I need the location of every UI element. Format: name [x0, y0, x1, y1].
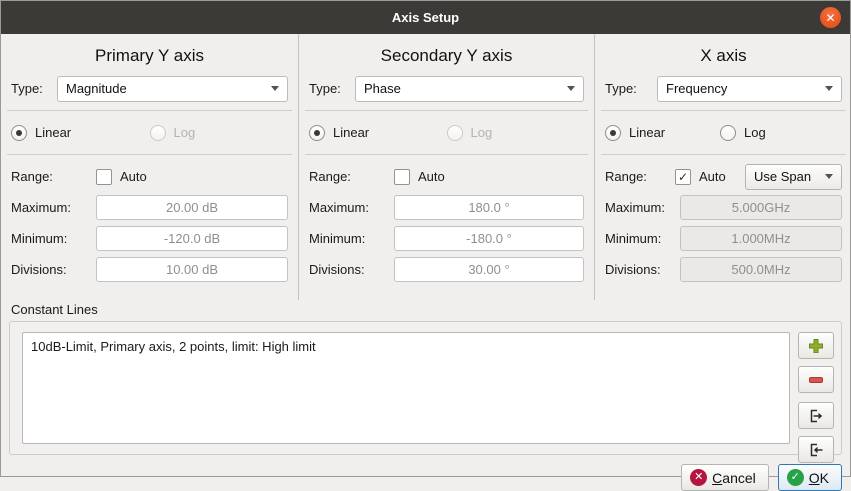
add-line-button[interactable] [798, 332, 834, 359]
primary-minimum-field[interactable]: -120.0 dB [96, 226, 288, 251]
range-label: Range: [11, 169, 96, 184]
secondary-type-value: Phase [364, 81, 401, 96]
secondary-y-axis-title: Secondary Y axis [309, 46, 584, 66]
import-icon [808, 442, 824, 458]
ok-label: OK [809, 470, 829, 486]
cancel-button[interactable]: ✕ Cancel [681, 464, 769, 491]
x-axis-title: X axis [605, 46, 842, 66]
export-icon [808, 408, 824, 424]
divider [7, 154, 292, 155]
plus-icon [808, 338, 824, 354]
divisions-label: Divisions: [309, 262, 394, 277]
x-span-value: Use Span [754, 169, 811, 184]
ok-check-icon: ✓ [787, 469, 804, 486]
maximum-label: Maximum: [605, 200, 680, 215]
divider [601, 110, 846, 111]
cancel-x-icon: ✕ [690, 469, 707, 486]
auto-label: Auto [120, 169, 147, 184]
radio-selected-icon [309, 125, 325, 141]
chevron-down-icon [271, 86, 279, 91]
auto-label: Auto [699, 169, 726, 184]
secondary-auto-checkbox[interactable] [394, 169, 410, 185]
maximum-label: Maximum: [309, 200, 394, 215]
chevron-down-icon [567, 86, 575, 91]
import-lines-button[interactable] [798, 436, 834, 463]
x-linear-radio[interactable]: Linear [605, 125, 720, 141]
secondary-type-select[interactable]: Phase [355, 76, 584, 102]
primary-log-radio: Log [150, 125, 289, 141]
primary-linear-radio[interactable]: Linear [11, 125, 150, 141]
constant-lines-group: 10dB-Limit, Primary axis, 2 points, limi… [9, 321, 842, 455]
minus-icon [808, 372, 824, 388]
secondary-maximum-field[interactable]: 180.0 ° [394, 195, 584, 220]
constant-lines-buttons [798, 332, 834, 463]
x-log-radio[interactable]: Log [720, 125, 842, 141]
radio-icon [720, 125, 736, 141]
primary-auto-checkbox[interactable] [96, 169, 112, 185]
primary-divisions-field[interactable]: 10.00 dB [96, 257, 288, 282]
primary-maximum-field[interactable]: 20.00 dB [96, 195, 288, 220]
secondary-linear-radio[interactable]: Linear [309, 125, 447, 141]
radio-icon [150, 125, 166, 141]
x-divisions-field: 500.0MHz [680, 257, 842, 282]
type-label: Type: [11, 81, 57, 96]
divider [305, 110, 588, 111]
x-axis-section: X axis Type: Frequency Linear Log Range:… [594, 34, 851, 300]
list-item[interactable]: 10dB-Limit, Primary axis, 2 points, limi… [31, 337, 781, 357]
constant-lines-list[interactable]: 10dB-Limit, Primary axis, 2 points, limi… [22, 332, 790, 444]
secondary-minimum-field[interactable]: -180.0 ° [394, 226, 584, 251]
x-type-value: Frequency [666, 81, 727, 96]
primary-y-axis-title: Primary Y axis [11, 46, 288, 66]
divisions-label: Divisions: [605, 262, 680, 277]
divider [305, 154, 588, 155]
title-bar: Axis Setup ✕ [1, 1, 850, 34]
chevron-down-icon [825, 86, 833, 91]
primary-type-select[interactable]: Magnitude [57, 76, 288, 102]
minimum-label: Minimum: [11, 231, 96, 246]
export-lines-button[interactable] [798, 402, 834, 429]
constant-lines-label: Constant Lines [11, 302, 850, 317]
auto-label: Auto [418, 169, 445, 184]
minimum-label: Minimum: [605, 231, 680, 246]
x-maximum-field: 5.000GHz [680, 195, 842, 220]
secondary-log-radio: Log [447, 125, 585, 141]
range-label: Range: [309, 169, 394, 184]
axis-columns: Primary Y axis Type: Magnitude Linear Lo… [1, 34, 850, 300]
divisions-label: Divisions: [11, 262, 96, 277]
close-icon: ✕ [825, 12, 835, 24]
radio-selected-icon [11, 125, 27, 141]
divider [601, 154, 846, 155]
dialog-footer: ✕ Cancel ✓ OK [1, 455, 850, 491]
type-label: Type: [605, 81, 657, 96]
primary-y-axis-section: Primary Y axis Type: Magnitude Linear Lo… [1, 34, 298, 300]
x-span-select[interactable]: Use Span [745, 164, 842, 190]
secondary-divisions-field[interactable]: 30.00 ° [394, 257, 584, 282]
maximum-label: Maximum: [11, 200, 96, 215]
x-type-select[interactable]: Frequency [657, 76, 842, 102]
range-label: Range: [605, 169, 675, 184]
type-label: Type: [309, 81, 355, 96]
window-title: Axis Setup [392, 10, 459, 25]
x-auto-checkbox[interactable] [675, 169, 691, 185]
primary-type-value: Magnitude [66, 81, 127, 96]
secondary-y-axis-section: Secondary Y axis Type: Phase Linear Log … [298, 34, 594, 300]
divider [7, 110, 292, 111]
remove-line-button[interactable] [798, 366, 834, 393]
minimum-label: Minimum: [309, 231, 394, 246]
chevron-down-icon [825, 174, 833, 179]
radio-selected-icon [605, 125, 621, 141]
x-minimum-field: 1.000MHz [680, 226, 842, 251]
radio-icon [447, 125, 463, 141]
ok-button[interactable]: ✓ OK [778, 464, 842, 491]
close-button[interactable]: ✕ [820, 7, 841, 28]
cancel-label: Cancel [712, 470, 756, 486]
